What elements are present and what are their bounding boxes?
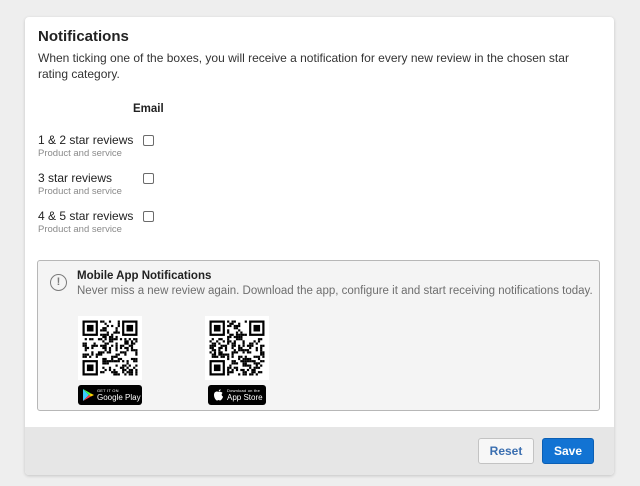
list-item: 4 & 5 star reviews Product and service [38,209,134,236]
row-sublabel: Product and service [38,186,122,197]
description: When ticking one of the boxes, you will … [38,51,569,81]
exclamation-circle-icon: ! [50,274,67,291]
row-sublabel: Product and service [38,148,122,159]
apple-icon [214,389,223,401]
google-play-qr-code [78,316,142,380]
google-play-icon [83,389,94,401]
row-sublabel: Product and service [38,224,122,235]
reset-button[interactable]: Reset [478,438,534,464]
row-label: 1 & 2 star reviews [38,133,134,147]
row-label: 4 & 5 star reviews [38,209,134,223]
app-store-big-text: App Store [227,393,263,402]
mobile-app-notifications-panel: ! Mobile App Notifications Never miss a … [37,260,600,411]
email-checkbox-1-2-star[interactable] [143,135,154,146]
mobile-text: Never miss a new review again. Download … [77,285,593,297]
google-play-button[interactable]: GET IT ON Google Play [78,385,142,405]
footer-bar: Reset Save [25,427,614,475]
list-item: 3 star reviews Product and service [38,171,122,198]
save-button[interactable]: Save [542,438,594,464]
google-play-big-text: Google Play [97,393,141,402]
app-store-qr-code [205,316,269,380]
page-title: Notifications [38,28,129,45]
app-store-button[interactable]: Download on the App Store [208,385,266,405]
list-item: 1 & 2 star reviews Product and service [38,133,134,160]
email-checkbox-4-5-star[interactable] [143,211,154,222]
row-label: 3 star reviews [38,171,113,185]
notifications-card: Notifications When ticking one of the bo… [25,17,614,475]
email-checkbox-3-star[interactable] [143,173,154,184]
mobile-title: Mobile App Notifications [77,270,212,282]
email-column-header: Email [133,103,164,115]
